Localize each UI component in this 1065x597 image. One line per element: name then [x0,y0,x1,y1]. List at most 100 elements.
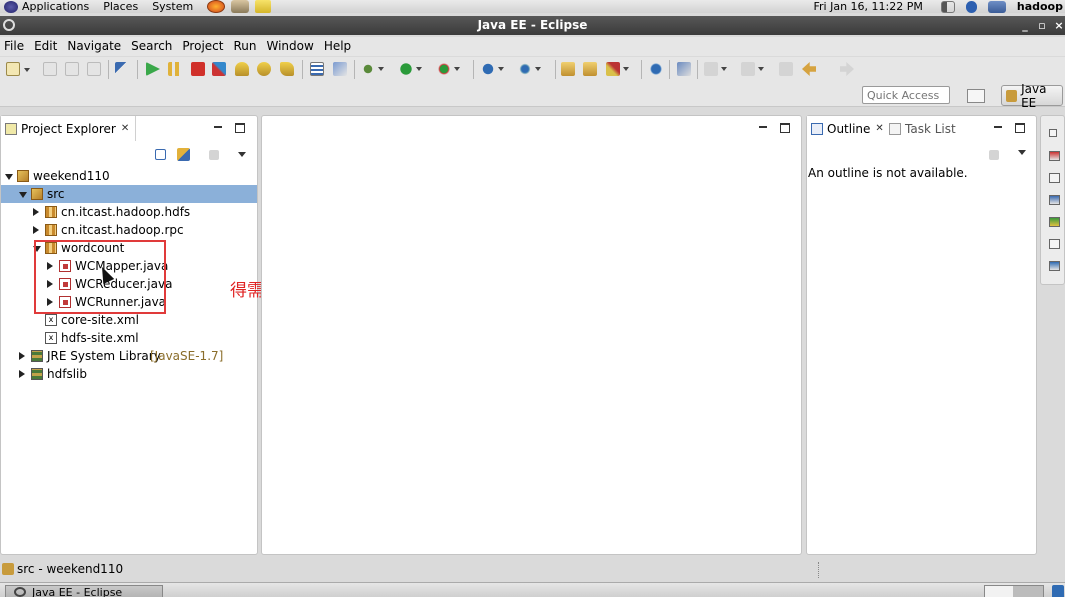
editor-area[interactable] [261,115,802,555]
quick-access-input[interactable] [862,86,950,104]
view-menu-icon[interactable] [238,152,246,157]
close-icon[interactable]: ✕ [875,123,883,134]
run-icon[interactable] [399,62,422,76]
collapsed-arrow-icon[interactable] [19,370,25,378]
minimize-view-icon[interactable] [993,123,1003,133]
minimize-window-button[interactable]: _ [1017,16,1033,35]
tab-project-explorer[interactable]: Project Explorer ✕ [1,116,137,141]
firefox-icon[interactable] [207,0,226,13]
menu-window[interactable]: Window [265,37,314,56]
open-perspective-icon[interactable] [967,89,985,103]
toggle-markers-icon[interactable] [677,62,691,76]
step-over-icon[interactable] [257,62,271,76]
user-name[interactable]: hadoop [1017,0,1063,13]
use-step-filters-icon[interactable] [333,62,347,76]
terminate-icon[interactable] [191,62,205,76]
suspend-icon[interactable] [168,62,182,76]
bluetooth-icon[interactable] [965,0,977,13]
system-menu[interactable]: System [152,0,193,13]
forward-icon[interactable] [840,62,854,76]
restore-icon[interactable] [1049,129,1057,137]
search-icon[interactable] [606,62,629,76]
gnome-foot-icon[interactable] [4,0,18,13]
new-java-project-icon[interactable] [481,62,504,76]
open-type-icon[interactable] [561,62,575,76]
menu-search[interactable]: Search [130,37,173,56]
focus-icon[interactable] [989,150,999,160]
tree-item[interactable]: hdfslib [1,365,257,383]
trash-icon[interactable] [1052,585,1064,597]
tab-task-list[interactable]: Task List [885,116,962,141]
next-annotation-icon[interactable] [704,62,727,76]
close-icon[interactable]: ✕ [121,123,129,134]
tree-item[interactable]: src [1,185,257,203]
save-all-icon[interactable] [65,62,79,76]
perspective-java-ee-button[interactable]: Java EE [1001,82,1063,110]
network-icon[interactable] [987,0,1006,13]
applications-menu[interactable]: Applications [22,0,89,13]
new-java-class-icon[interactable] [518,62,541,76]
toolbar-separator [302,60,303,79]
menu-edit[interactable]: Edit [33,37,58,56]
data-source-explorer-icon[interactable] [1049,217,1060,227]
tab-outline[interactable]: Outline ✕ [807,116,891,141]
step-into-icon[interactable] [235,62,249,76]
debug-icon[interactable] [361,62,384,76]
focus-icon[interactable] [209,150,219,160]
volume-icon[interactable] [940,0,955,13]
open-task-icon[interactable] [583,62,597,76]
servers-icon[interactable] [310,62,324,76]
places-menu[interactable]: Places [103,0,138,13]
properties-icon[interactable] [1049,173,1060,183]
menu-navigate[interactable]: Navigate [66,37,122,56]
close-window-button[interactable]: × [1051,16,1065,35]
disconnect-icon[interactable] [212,62,226,76]
web-browser-icon[interactable] [649,62,663,76]
clock[interactable]: Fri Jan 16, 11:22 PM [814,0,923,13]
markers-icon[interactable] [1049,151,1060,161]
tree-item[interactable]: x hdfs-site.xml [1,329,257,347]
menu-project[interactable]: Project [181,37,224,56]
expanded-arrow-icon[interactable] [19,192,27,198]
menu-run[interactable]: Run [232,37,257,56]
previous-annotation-icon[interactable] [741,62,764,76]
collapse-all-icon[interactable] [155,149,166,160]
maximize-window-button[interactable]: ▫ [1034,16,1050,35]
back-icon[interactable] [802,62,816,76]
save-icon[interactable] [43,62,57,76]
notes-icon[interactable] [255,0,272,13]
console-icon[interactable] [1049,261,1060,271]
collapsed-arrow-icon[interactable] [33,208,39,216]
link-with-editor-icon[interactable] [177,148,190,161]
print-icon[interactable] [87,62,101,76]
tree-item-label: hdfs-site.xml [61,331,139,345]
step-return-icon[interactable] [280,62,294,76]
last-edit-location-icon[interactable] [779,62,793,76]
servers-view-icon[interactable] [1049,195,1060,205]
taskbar-item-eclipse[interactable]: Java EE - Eclipse [5,585,163,597]
tree-item[interactable]: JRE System Library [JavaSE-1.7] [1,347,257,365]
maximize-view-icon[interactable] [1015,123,1025,133]
window-title-bar[interactable]: Java EE - Eclipse _ ▫ × [0,16,1065,35]
tree-item[interactable]: cn.itcast.hadoop.rpc [1,221,257,239]
menu-file[interactable]: File [3,37,25,56]
maximize-view-icon[interactable] [235,123,245,133]
tree-item[interactable]: cn.itcast.hadoop.hdfs [1,203,257,221]
external-tools-icon[interactable] [437,62,460,76]
minimize-editor-icon[interactable] [758,123,768,133]
collapsed-arrow-icon[interactable] [33,226,39,234]
view-menu-icon[interactable] [1018,150,1026,155]
resume-icon[interactable] [146,62,160,76]
mail-icon[interactable] [231,0,250,13]
expanded-arrow-icon[interactable] [5,174,13,180]
maximize-editor-icon[interactable] [780,123,790,133]
pin-icon[interactable] [115,62,129,76]
collapsed-arrow-icon[interactable] [19,352,25,360]
minimize-view-icon[interactable] [213,123,223,133]
snippets-icon[interactable] [1049,239,1060,249]
menu-help[interactable]: Help [323,37,352,56]
workspace-1[interactable] [985,586,1013,597]
tree-item[interactable]: weekend110 [1,167,257,185]
new-icon[interactable] [6,62,30,76]
workspace-switcher[interactable] [984,585,1044,597]
